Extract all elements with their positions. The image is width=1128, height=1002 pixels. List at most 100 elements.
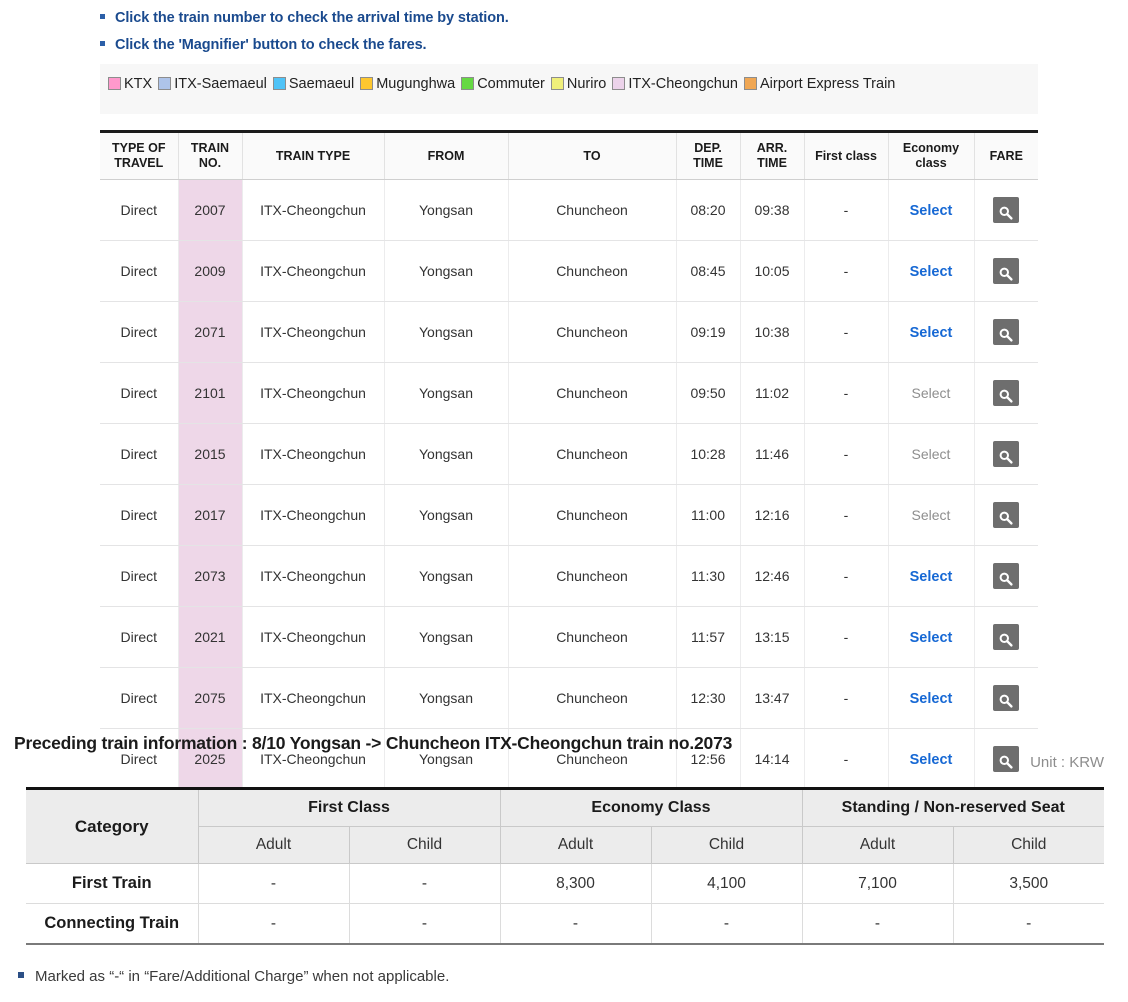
cell-economy-class: Select: [888, 424, 974, 485]
select-economy-link[interactable]: Select: [910, 569, 953, 585]
cell-fare: [974, 302, 1038, 363]
legend-label: Commuter: [477, 76, 545, 92]
fare-table-row: Connecting Train------: [26, 904, 1104, 945]
magnifier-icon[interactable]: [993, 685, 1019, 711]
legend-item-airport-express-train: Airport Express Train: [744, 76, 895, 92]
cell-arrival-time: 09:38: [740, 180, 804, 241]
cell-fare: [974, 485, 1038, 546]
cell-arrival-time: 11:02: [740, 363, 804, 424]
fare-value: -: [953, 904, 1104, 945]
cell-from-station: Yongsan: [384, 607, 508, 668]
train-number-link[interactable]: 2071: [178, 302, 242, 363]
cell-type-of-travel: Direct: [100, 424, 178, 485]
preceding-train-heading: Preceding train information : 8/10 Yongs…: [14, 733, 732, 754]
train-number-link[interactable]: 2009: [178, 241, 242, 302]
cell-to-station: Chuncheon: [508, 302, 676, 363]
cell-type-of-travel: Direct: [100, 180, 178, 241]
fare-value: -: [651, 904, 802, 945]
train-number-link[interactable]: 2075: [178, 668, 242, 729]
cell-from-station: Yongsan: [384, 241, 508, 302]
fare-subheader-economy-adult: Adult: [500, 827, 651, 864]
column-header-type-of-travel: TYPE OF TRAVEL: [100, 132, 178, 180]
legend-item-ktx: KTX: [108, 76, 152, 92]
train-number-link[interactable]: 2101: [178, 363, 242, 424]
cell-from-station: Yongsan: [384, 180, 508, 241]
cell-arrival-time: 14:14: [740, 729, 804, 791]
cell-to-station: Chuncheon: [508, 424, 676, 485]
magnifier-icon[interactable]: [993, 441, 1019, 467]
fare-header-standing: Standing / Non-reserved Seat: [802, 789, 1104, 827]
cell-train-type: ITX-Cheongchun: [242, 546, 384, 607]
magnifier-icon[interactable]: [993, 624, 1019, 650]
cell-arrival-time: 10:38: [740, 302, 804, 363]
legend-label: Mugunghwa: [376, 76, 455, 92]
magnifier-icon[interactable]: [993, 563, 1019, 589]
magnifier-icon[interactable]: [993, 258, 1019, 284]
instruction-notes: Click the train number to check the arri…: [100, 10, 1060, 64]
cell-to-station: Chuncheon: [508, 607, 676, 668]
cell-type-of-travel: Direct: [100, 241, 178, 302]
instruction-note: Click the train number to check the arri…: [100, 10, 1060, 26]
cell-arrival-time: 10:05: [740, 241, 804, 302]
currency-unit-label: Unit : KRW: [1030, 754, 1104, 771]
fare-header-row-groups: Category First Class Economy Class Stand…: [26, 789, 1104, 827]
cell-train-type: ITX-Cheongchun: [242, 241, 384, 302]
column-header-dep-time: DEP. TIME: [676, 132, 740, 180]
magnifier-icon[interactable]: [993, 197, 1019, 223]
train-number-link[interactable]: 2007: [178, 180, 242, 241]
cell-from-station: Yongsan: [384, 363, 508, 424]
train-number-link[interactable]: 2015: [178, 424, 242, 485]
select-economy-link[interactable]: Select: [910, 630, 953, 646]
legend-swatch-icon: [360, 77, 373, 90]
fare-value: -: [198, 904, 349, 945]
magnifier-icon[interactable]: [993, 319, 1019, 345]
magnifier-icon[interactable]: [993, 502, 1019, 528]
cell-first-class: -: [804, 424, 888, 485]
cell-from-station: Yongsan: [384, 485, 508, 546]
legend-swatch-icon: [158, 77, 171, 90]
legend-item-nuriro: Nuriro: [551, 76, 606, 92]
cell-fare: [974, 363, 1038, 424]
select-economy-link[interactable]: Select: [910, 325, 953, 341]
cell-train-type: ITX-Cheongchun: [242, 607, 384, 668]
cell-from-station: Yongsan: [384, 302, 508, 363]
cell-train-type: ITX-Cheongchun: [242, 424, 384, 485]
cell-fare: [974, 180, 1038, 241]
magnifier-icon[interactable]: [993, 746, 1019, 772]
bullet-icon: [100, 41, 105, 46]
legend-item-commuter: Commuter: [461, 76, 545, 92]
cell-departure-time: 11:30: [676, 546, 740, 607]
train-number-link[interactable]: 2073: [178, 546, 242, 607]
select-economy-link[interactable]: Select: [910, 203, 953, 219]
legend-item-itx-cheongchun: ITX-Cheongchun: [612, 76, 738, 92]
cell-first-class: -: [804, 607, 888, 668]
cell-fare: [974, 668, 1038, 729]
magnifier-icon[interactable]: [993, 380, 1019, 406]
cell-first-class: -: [804, 668, 888, 729]
select-economy-link[interactable]: Select: [910, 691, 953, 707]
train-number-link[interactable]: 2021: [178, 607, 242, 668]
cell-train-type: ITX-Cheongchun: [242, 363, 384, 424]
column-header-fare: FARE: [974, 132, 1038, 180]
table-row: Direct2073ITX-CheongchunYongsanChuncheon…: [100, 546, 1038, 607]
fare-row-label: First Train: [26, 864, 198, 904]
cell-departure-time: 12:30: [676, 668, 740, 729]
cell-arrival-time: 12:16: [740, 485, 804, 546]
fare-value: 4,100: [651, 864, 802, 904]
column-header-from: FROM: [384, 132, 508, 180]
train-number-link[interactable]: 2017: [178, 485, 242, 546]
select-economy-link[interactable]: Select: [910, 752, 953, 768]
legend-label: Nuriro: [567, 76, 606, 92]
select-economy-disabled: Select: [912, 385, 951, 401]
cell-economy-class: Select: [888, 729, 974, 791]
cell-type-of-travel: Direct: [100, 668, 178, 729]
cell-fare: [974, 607, 1038, 668]
fare-subheader-standing-adult: Adult: [802, 827, 953, 864]
legend-label: ITX-Saemaeul: [174, 76, 267, 92]
cell-departure-time: 11:57: [676, 607, 740, 668]
instruction-note-text: Click the train number to check the arri…: [115, 10, 509, 26]
schedule-header-row: TYPE OF TRAVEL TRAIN NO. TRAIN TYPE FROM…: [100, 132, 1038, 180]
select-economy-link[interactable]: Select: [910, 264, 953, 280]
train-type-legend: KTXITX-SaemaeulSaemaeulMugunghwaCommuter…: [100, 64, 1038, 114]
cell-fare: [974, 729, 1038, 791]
